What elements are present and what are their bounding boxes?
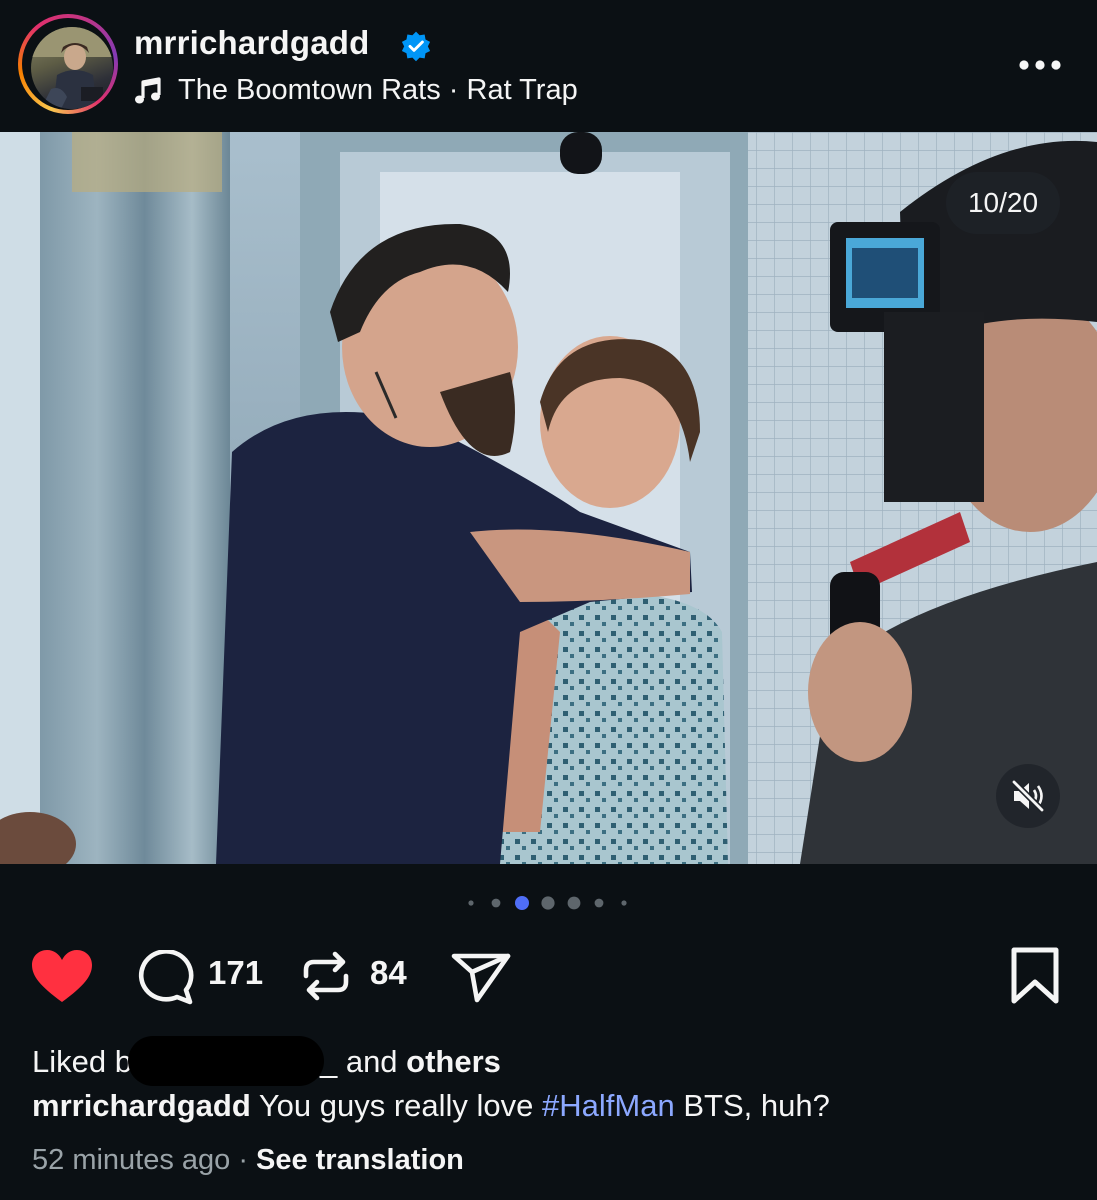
action-bar: 171 84 [0, 940, 1097, 1010]
mute-toggle-button[interactable] [996, 764, 1060, 828]
liked-by-prefix: Liked b [32, 1044, 132, 1079]
carousel-indicator [468, 896, 627, 910]
caption-hashtag[interactable]: #HalfMan [542, 1088, 675, 1123]
post-image[interactable] [0, 132, 1097, 864]
repost-count[interactable]: 84 [370, 954, 407, 992]
carousel-dot [567, 896, 581, 910]
heart-icon[interactable] [30, 948, 94, 1004]
carousel-dot [594, 898, 604, 908]
meta-separator: · [238, 1144, 248, 1176]
carousel-dot [491, 898, 501, 908]
bookmark-icon[interactable] [1008, 946, 1062, 1006]
muted-audio-icon [1011, 779, 1045, 813]
verified-badge-icon [401, 31, 431, 62]
post-photo [0, 132, 1097, 864]
share-icon[interactable] [450, 950, 512, 1004]
caption-text: You guys really love [250, 1088, 543, 1123]
repost-icon[interactable] [298, 948, 354, 1004]
username[interactable]: mrrichardgadd [134, 24, 370, 62]
post-header: mrrichardgadd The Boomtown Rats · Rat Tr… [0, 0, 1097, 132]
liked-by-text[interactable]: Liked b _ and others [32, 1036, 501, 1086]
avatar [31, 27, 113, 109]
more-options-icon[interactable] [1016, 58, 1064, 72]
post-meta: 52 minutes ago · See translation [32, 1144, 464, 1177]
comment-count[interactable]: 171 [208, 954, 263, 992]
carousel-dot-active [515, 896, 529, 910]
carousel-dot [468, 900, 474, 906]
slide-counter: 10/20 [946, 172, 1060, 234]
caption-author[interactable]: mrrichardgadd [32, 1088, 251, 1123]
carousel-dot [621, 900, 627, 906]
audio-track-link[interactable]: The Boomtown Rats · Rat Trap [178, 74, 578, 107]
avatar-image [31, 27, 113, 109]
see-translation-link[interactable]: See translation [256, 1144, 464, 1176]
post-caption: mrrichardgadd You guys really love #Half… [32, 1088, 830, 1124]
comment-icon[interactable] [134, 950, 194, 1006]
caption-text-end: BTS, huh? [674, 1088, 830, 1123]
redacted-username [127, 1036, 324, 1086]
carousel-dot [541, 896, 555, 910]
liked-by-suffix: _ and [319, 1044, 407, 1079]
post-timestamp: 52 minutes ago [32, 1144, 231, 1176]
liked-by-others-link[interactable]: others [406, 1044, 501, 1079]
story-ring-avatar[interactable] [18, 14, 118, 114]
music-note-icon [135, 77, 161, 104]
